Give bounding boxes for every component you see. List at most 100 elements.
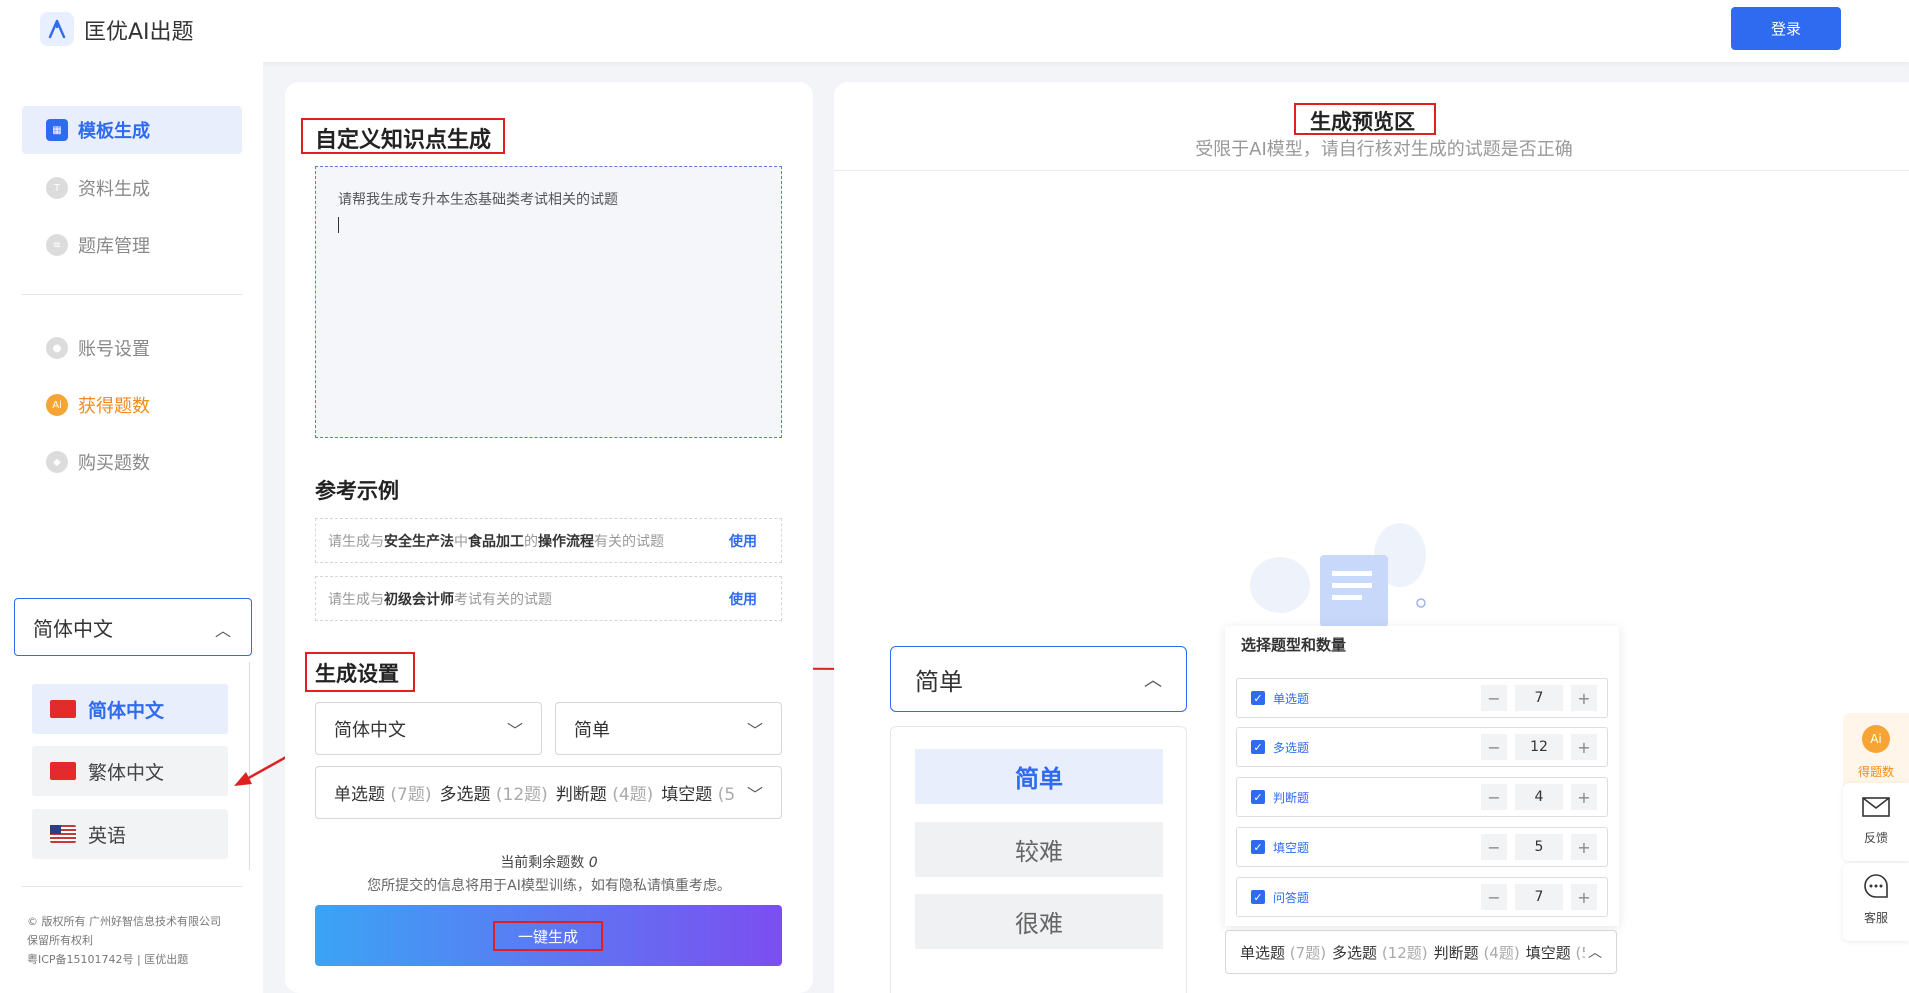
sidebar-item-template[interactable]: ▦ 模板生成	[22, 106, 242, 154]
preview-title: 生成预览区	[1310, 110, 1415, 134]
use-example-button[interactable]: 使用	[729, 589, 757, 609]
feedback-float[interactable]: 反馈	[1843, 783, 1909, 861]
qtype-summary-text: 单选题 (7题)多选题 (12题)判断题 (4题)填空题 (5	[1240, 943, 1585, 962]
language-option-simplified[interactable]: 简体中文	[32, 684, 228, 734]
option-label: 繁体中文	[88, 761, 165, 784]
quantity-input[interactable]: 7	[1515, 685, 1563, 711]
language-select[interactable]: 简体中文 ︿	[14, 598, 252, 656]
china-flag-icon	[50, 700, 76, 718]
ai-coin-icon: Ai	[46, 394, 68, 416]
document-line	[1332, 571, 1372, 576]
minus-button[interactable]: −	[1481, 884, 1507, 910]
checkbox-checked[interactable]: ✓	[1251, 890, 1265, 904]
custom-generation-panel: 自定义知识点生成 请帮我生成专升本生态基础类考试相关的试题 参考示例 请生成与安…	[285, 82, 813, 993]
diamond-icon: ◆	[46, 451, 68, 473]
qtype-name: 判断题	[1273, 790, 1310, 805]
generate-button-label: 一键生成	[493, 921, 603, 951]
qtype-name: 填空题	[1273, 840, 1310, 855]
chevron-down-icon: ﹀	[746, 784, 763, 804]
settings-title: 生成设置	[315, 662, 399, 686]
text-icon: T	[46, 177, 68, 199]
examples-title: 参考示例	[315, 479, 399, 503]
feedback-label: 反馈	[1863, 831, 1888, 845]
qtype-row-multi: ✓ 多选题 − 12 +	[1236, 727, 1608, 767]
example-text: 请生成与初级会计师考试有关的试题	[328, 591, 552, 608]
copyright-line: © 版权所有 广州好智信息技术有限公司	[27, 915, 221, 928]
difficulty-option-easy[interactable]: 简单	[915, 749, 1163, 804]
cloud-shape	[1250, 557, 1310, 613]
difficulty-option-hard[interactable]: 很难	[915, 894, 1163, 949]
service-float[interactable]: 客服	[1843, 863, 1909, 941]
sidebar-item-label: 账号设置	[78, 339, 150, 360]
remaining-count: 当前剩余题数 0	[285, 852, 813, 872]
chevron-up-icon: ︿	[1588, 945, 1602, 961]
sidebar-divider	[22, 294, 242, 295]
plus-button[interactable]: +	[1571, 784, 1597, 810]
difficulty-dropdown: 简单 较难 很难	[890, 726, 1187, 993]
checkbox-checked[interactable]: ✓	[1251, 840, 1265, 854]
difficulty-setting-select[interactable]: 简单 ﹀	[555, 702, 782, 755]
minus-button[interactable]: −	[1481, 834, 1507, 860]
sidebar-item-label: 资料生成	[78, 179, 150, 200]
difficulty-select[interactable]: 简单 ︿	[890, 646, 1187, 712]
prompt-textarea[interactable]: 请帮我生成专升本生态基础类考试相关的试题	[315, 166, 782, 438]
login-button[interactable]: 登录	[1731, 7, 1841, 50]
plus-button[interactable]: +	[1571, 734, 1597, 760]
quantity-stepper: − 7 +	[1481, 884, 1597, 910]
privacy-notice: 您所提交的信息将用于AI模型训练，如有隐私请慎重考虑。	[367, 878, 731, 894]
quantity-input[interactable]: 7	[1515, 884, 1563, 910]
qtype-row-judge: ✓ 判断题 − 4 +	[1236, 777, 1608, 817]
preview-subtitle: 受限于AI模型，请自行核对生成的试题是否正确	[1195, 139, 1573, 160]
template-icon: ▦	[46, 119, 68, 141]
minus-button[interactable]: −	[1481, 685, 1507, 711]
difficulty-option-medium[interactable]: 较难	[915, 822, 1163, 877]
rights-line: 保留所有权利	[27, 934, 93, 947]
language-dropdown: 简体中文 繁体中文 英语	[14, 662, 250, 870]
language-option-english[interactable]: 英语	[32, 809, 228, 859]
document-line	[1332, 583, 1372, 588]
prompt-text: 请帮我生成专升本生态基础类考试相关的试题	[338, 192, 618, 208]
generate-button[interactable]: 一键生成	[315, 905, 782, 966]
quantity-input[interactable]: 5	[1515, 834, 1563, 860]
checkbox-checked[interactable]: ✓	[1251, 790, 1265, 804]
language-option-traditional[interactable]: 繁体中文	[32, 746, 228, 796]
qtype-name: 问答题	[1273, 890, 1310, 905]
minus-button[interactable]: −	[1481, 734, 1507, 760]
sidebar-item-account[interactable]: ● 账号设置	[22, 324, 242, 372]
plus-button[interactable]: +	[1571, 685, 1597, 711]
empty-document-illustration	[1250, 523, 1426, 627]
quantity-stepper: − 7 +	[1481, 685, 1597, 711]
quantity-stepper: − 4 +	[1481, 784, 1597, 810]
checkbox-checked[interactable]: ✓	[1251, 740, 1265, 754]
sidebar-item-buy-quota[interactable]: ◆ 购买题数	[22, 438, 242, 486]
qtype-summary-select[interactable]: 单选题 (7题)多选题 (12题)判断题 (4题)填空题 (5 ︿	[1225, 930, 1617, 974]
plus-button[interactable]: +	[1571, 834, 1597, 860]
sidebar-item-get-quota[interactable]: Ai 获得题数	[22, 381, 242, 429]
language-select-value: 简体中文	[33, 616, 113, 641]
example-item: 请生成与安全生产法中食品加工的操作流程有关的试题 使用	[315, 518, 782, 563]
sidebar-item-material[interactable]: T 资料生成	[22, 164, 242, 212]
question-types-select[interactable]: 单选题 (7题) 多选题 (12题) 判断题 (4题) 填空题 (5 ﹀	[315, 766, 782, 819]
qtype-row-single: ✓ 单选题 − 7 +	[1236, 678, 1608, 718]
option-label: 英语	[88, 824, 127, 847]
ai-coin-icon: Ai	[1862, 725, 1890, 753]
hongkong-flag-icon	[50, 762, 76, 780]
database-icon: ≡	[46, 234, 68, 256]
quantity-input[interactable]: 4	[1515, 784, 1563, 810]
app-logo-icon	[40, 12, 74, 46]
question-type-panel: 选择题型和数量 ✓ 单选题 − 7 + ✓ 多选题 − 12 + ✓ 判断题 −…	[1225, 626, 1619, 926]
preview-divider	[834, 170, 1909, 171]
app-title: 匡优AI出题	[84, 20, 194, 45]
checkbox-checked[interactable]: ✓	[1251, 691, 1265, 705]
quantity-input[interactable]: 12	[1515, 734, 1563, 760]
select-value: 简体中文	[334, 719, 406, 741]
sidebar-item-bank[interactable]: ≡ 题库管理	[22, 221, 242, 269]
service-label: 客服	[1863, 911, 1888, 925]
language-setting-select[interactable]: 简体中文 ﹀	[315, 702, 542, 755]
example-item: 请生成与初级会计师考试有关的试题 使用	[315, 576, 782, 621]
use-example-button[interactable]: 使用	[729, 531, 757, 551]
minus-button[interactable]: −	[1481, 784, 1507, 810]
remaining-label: 当前剩余题数	[500, 855, 585, 871]
option-label: 简体中文	[88, 699, 165, 722]
plus-button[interactable]: +	[1571, 884, 1597, 910]
